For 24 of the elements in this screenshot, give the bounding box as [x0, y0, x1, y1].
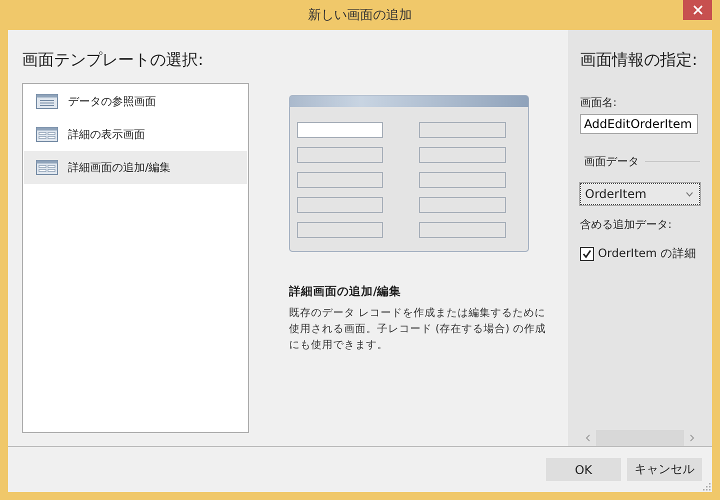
- list-screen-icon: [36, 94, 58, 109]
- template-item[interactable]: 詳細の表示画面: [24, 118, 247, 151]
- resize-grip-icon: [701, 481, 711, 491]
- window-title: 新しい画面の追加: [308, 7, 412, 24]
- preview-title: 詳細画面の追加/編集: [289, 284, 402, 299]
- form-screen-icon: [36, 160, 58, 175]
- field-label: 含める追加データ:: [580, 217, 673, 232]
- form-screen-icon: [36, 127, 58, 142]
- checkbox[interactable]: [580, 246, 594, 260]
- screen-name-field[interactable]: AddEditOrderItem: [580, 114, 698, 134]
- field-label: 画面名:: [580, 95, 618, 110]
- data-dropdown[interactable]: OrderItem: [580, 183, 700, 205]
- section-heading: 画面情報の指定:: [580, 50, 698, 71]
- cancel-button[interactable]: キャンセル: [627, 458, 702, 481]
- checkbox-label: OrderItem の詳細: [598, 246, 697, 261]
- group-label: 画面データ: [584, 154, 639, 169]
- close-button[interactable]: [683, 0, 712, 20]
- template-item[interactable]: 詳細画面の追加/編集: [24, 151, 247, 184]
- template-item[interactable]: データの参照画面: [24, 85, 247, 118]
- preview-description: 既存のデータ レコードを作成または編集するために使用される画面。子レコード (存在する場合) の作成にも使用できます。: [289, 306, 547, 353]
- close-icon[interactable]: [692, 5, 702, 15]
- section-heading: 画面テンプレートの選択:: [22, 50, 204, 71]
- ok-button[interactable]: OK: [546, 458, 621, 481]
- chevron-down-icon: [686, 192, 693, 196]
